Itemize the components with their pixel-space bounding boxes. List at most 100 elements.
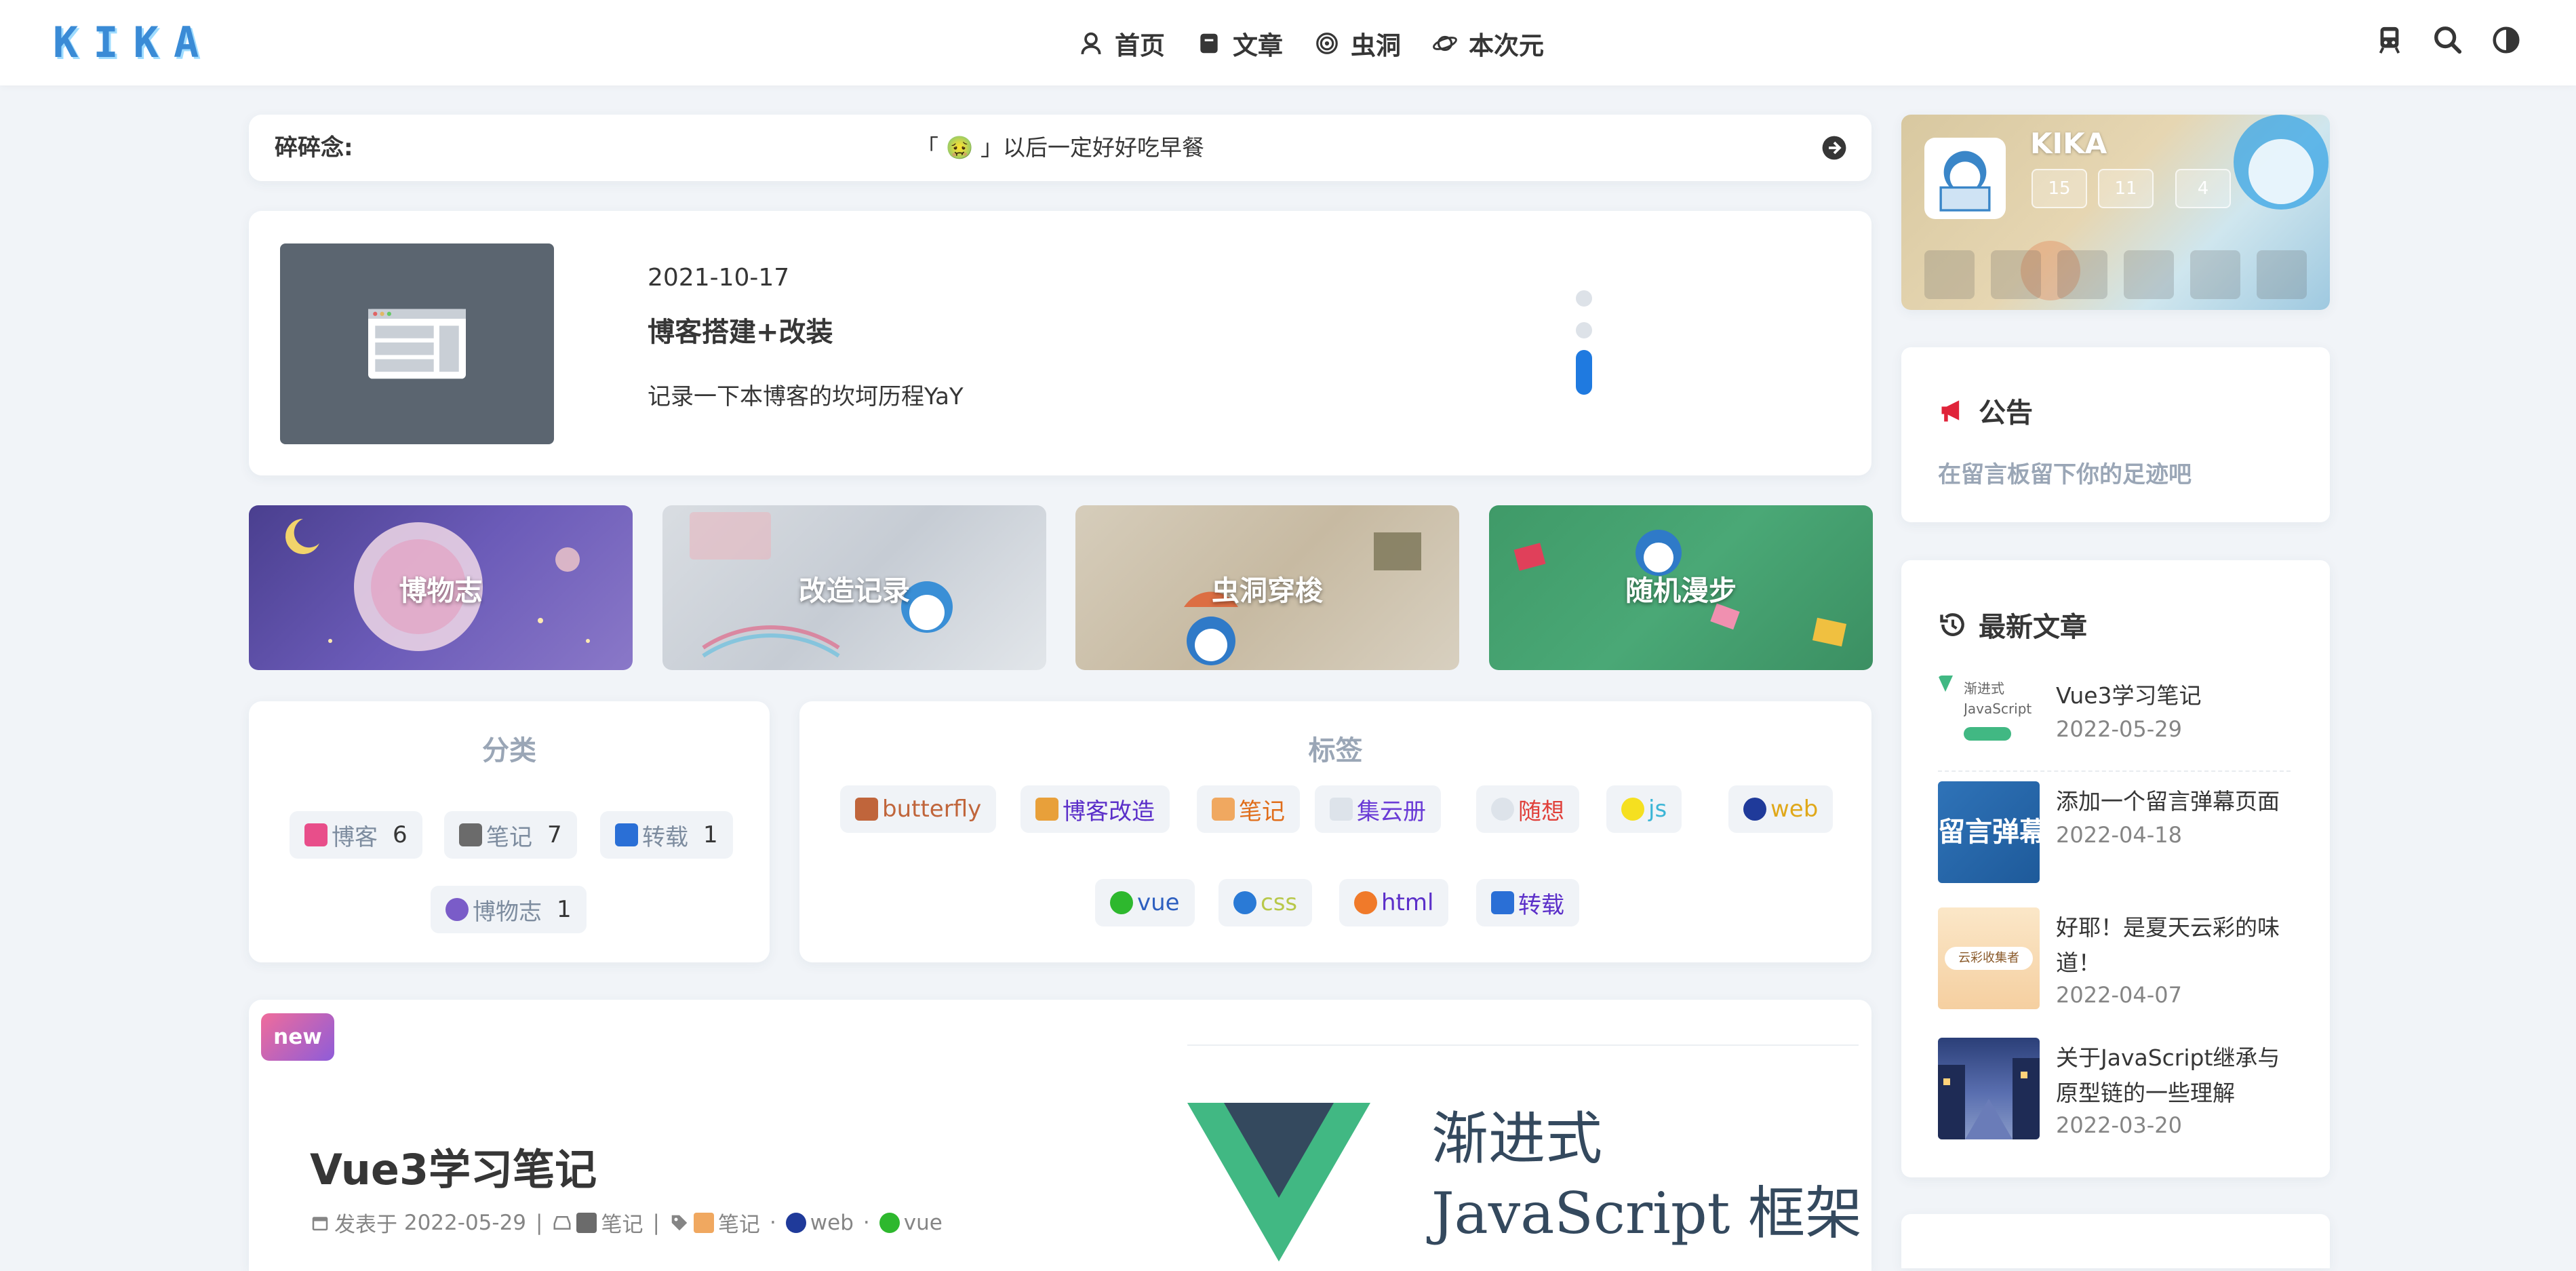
recent-post-item[interactable]: 留言弹幕 添加一个留言弹幕页面 2022-04-18 [1938,781,2291,886]
tag-label: 笔记 [1239,798,1285,825]
category-label: 转载 [642,823,688,851]
tag-chip[interactable]: html [1339,879,1449,926]
post-tag-link[interactable]: vue [879,1211,943,1235]
category-count: 1 [557,896,572,923]
recent-post-thumbnail[interactable]: 渐进式 JavaScript 框架 [1938,676,2040,777]
tags-title: 标签 [1308,735,1363,766]
tag-chip[interactable]: js [1606,785,1682,833]
category-chip[interactable]: 博物志 1 [431,886,587,933]
published-label: 发表于 [334,1213,397,1237]
search-icon[interactable] [2432,24,2463,56]
slider-dot[interactable] [1576,290,1592,307]
nav-label: 首页 [1115,31,1165,60]
post-title[interactable]: Vue3学习笔记 [310,1135,597,1196]
arrow-right-circle-icon[interactable] [1821,135,1847,161]
slider-dot[interactable] [1576,322,1592,338]
nav-item-articles[interactable]: 文章 [1196,25,1283,62]
tag-chip[interactable]: vue [1095,879,1195,926]
recent-post-item[interactable]: 云彩收集者 好耶！是夏天云彩的味道！ 2022-04-07 [1938,907,2291,1012]
murmur-text[interactable]: 「 🤢 」以后一定好好吃早餐 [249,115,1871,181]
recent-post-item[interactable]: 关于JavaScript继承与原型链的一些理解 2022-03-20 [1938,1038,2291,1142]
slider-dot-active[interactable] [1576,350,1592,395]
post-category-link[interactable]: 笔记 [576,1207,643,1238]
green-circle-icon [1110,891,1133,914]
stat-articles[interactable]: 15 [2032,169,2087,208]
speech-bubble-icon [1491,798,1514,821]
banner-random-walk[interactable]: 随机漫步 [1489,505,1873,670]
recent-post-title[interactable]: 好耶！是夏天云彩的味道！ [2056,910,2293,981]
thumb-text: 留言弹幕 [1938,817,2040,848]
category-chip[interactable]: 博客 6 [290,811,422,859]
avatar[interactable] [1924,138,2006,219]
tag-label: css [1261,889,1298,916]
recent-posts-card: 最新文章 渐进式 JavaScript 框架 Vue3学习笔记 2022-05-… [1901,560,2330,1177]
recent-post-thumbnail[interactable] [1938,1038,2040,1139]
post-tag-link[interactable]: web [785,1210,854,1235]
tag-chip[interactable]: web [1728,785,1834,833]
tag-chip[interactable]: 随想 [1476,785,1579,833]
slide-date: 2021-10-17 [648,264,790,292]
banner-museum[interactable]: 博物志 [249,505,633,670]
stat-tags[interactable]: 11 [2098,169,2154,208]
recent-post-title[interactable]: 关于JavaScript继承与原型链的一些理解 [2056,1040,2293,1111]
netease-music-icon[interactable] [1991,250,2041,299]
nav-item-wormhole[interactable]: 虫洞 [1314,25,1401,62]
new-badge: new [261,1013,334,1061]
tag-chip[interactable]: butterfly [840,785,997,833]
post-category: 笔记 [601,1213,643,1237]
train-icon[interactable] [2374,24,2405,56]
post-card[interactable]: new Vue3学习笔记 发表于 2022-05-29 | 笔记 | 笔记 · … [249,1000,1871,1271]
juejin-icon[interactable] [2257,250,2307,299]
cloud-icon [1330,798,1353,821]
github-icon[interactable] [2124,250,2174,299]
tag-chip[interactable]: 转载 [1476,879,1579,926]
banner-label: 虫洞穿梭 [1212,574,1323,607]
site-logo[interactable]: KIKA [53,18,214,67]
tag-chip[interactable]: 笔记 [1197,785,1300,833]
header-actions [2347,24,2522,56]
banner-label: 改造记录 [799,574,910,607]
recent-post-title[interactable]: Vue3学习笔记 [2056,678,2293,713]
bilibili-icon[interactable] [2057,250,2107,299]
recent-post-thumbnail[interactable]: 云彩收集者 [1938,907,2040,1009]
cover-line-2: JavaScript 框架 [1431,1180,1863,1247]
recent-post-date: 2022-04-18 [2056,822,2182,848]
post-tag: web [810,1210,854,1235]
tag-label: js [1648,796,1667,823]
category-label: 博物志 [473,898,542,926]
recent-post-thumbnail[interactable]: 留言弹幕 [1938,781,2040,883]
category-count: 1 [703,821,718,848]
stat-categories[interactable]: 4 [2175,169,2231,208]
nav-item-home[interactable]: 首页 [1078,25,1165,62]
megaphone-icon [1941,400,1960,422]
thumb-button [1964,727,2011,741]
tag-chip[interactable]: 博客改造 [1021,785,1170,833]
post-tag: vue [903,1210,943,1235]
category-chip[interactable]: 笔记 7 [444,811,577,859]
tag-chip[interactable]: 集云册 [1315,785,1441,833]
recent-post-title[interactable]: 添加一个留言弹幕页面 [2056,784,2293,819]
nav-item-dimension[interactable]: 本次元 [1432,25,1544,62]
tag-label: vue [1137,889,1180,916]
planet-icon [1433,35,1457,52]
post-cover[interactable]: 渐进式 JavaScript 框架 [1187,1044,1863,1271]
slide-cover-image[interactable] [280,243,554,444]
slide-title[interactable]: 博客搭建+改装 [648,310,833,349]
notice-card: 公告 在留言板留下你的足迹吧 [1901,347,2330,522]
recent-post-item[interactable]: 渐进式 JavaScript 框架 Vue3学习笔记 2022-05-29 [1938,676,2291,780]
inbox-icon [553,1215,571,1230]
nav-label: 文章 [1233,31,1283,60]
mail-icon[interactable] [1924,250,1975,299]
notebook-icon [693,1212,714,1233]
banner-redesign-log[interactable]: 改造记录 [662,505,1046,670]
featured-slider[interactable]: 2021-10-17 博客搭建+改装 记录一下本博客的坎坷历程YaY [249,211,1871,475]
tag-chip[interactable]: css [1218,879,1313,926]
post-tag-link[interactable]: 笔记 [693,1207,760,1238]
post-tag: 笔记 [717,1213,760,1237]
csdn-icon[interactable] [2190,250,2240,299]
category-chip[interactable]: 转载 1 [600,811,733,859]
banner-wormhole-travel[interactable]: 虫洞穿梭 [1075,505,1459,670]
blue-book-icon [1491,891,1514,914]
theme-toggle-icon[interactable] [2491,24,2522,56]
butterfly-icon [855,798,878,821]
